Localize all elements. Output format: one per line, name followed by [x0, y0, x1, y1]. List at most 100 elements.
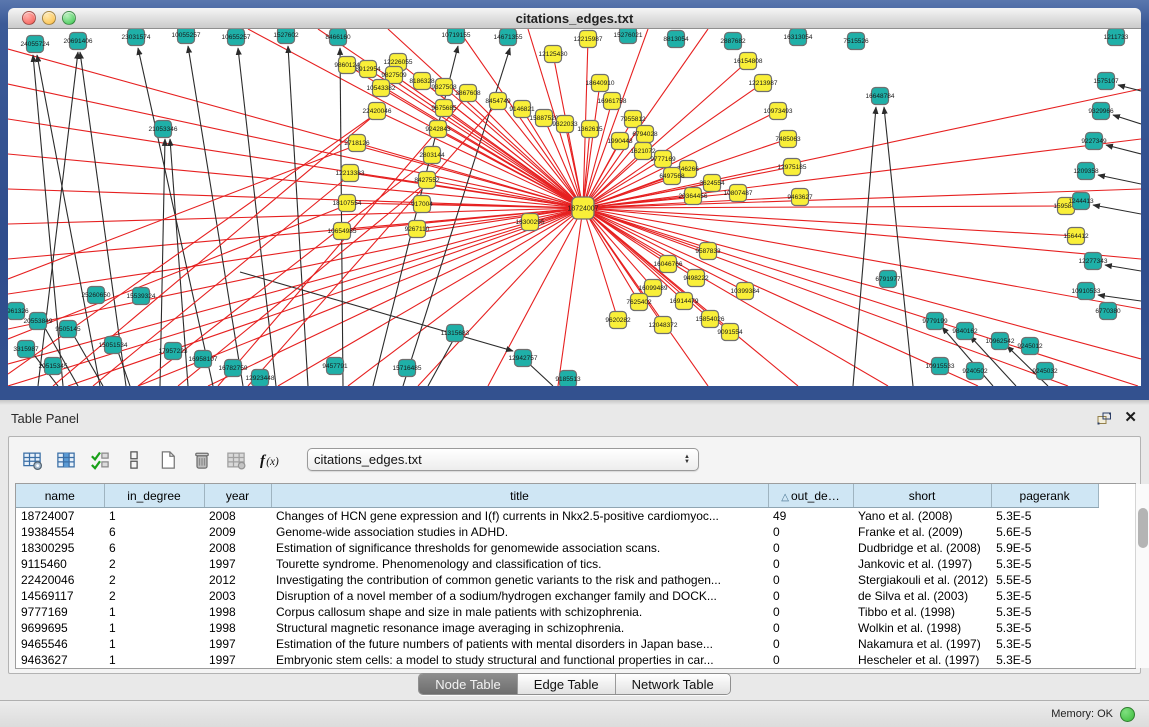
edge-selected[interactable]	[348, 208, 583, 386]
graph-node[interactable]: 10973493	[764, 103, 793, 120]
graph-node[interactable]: 9245012	[1017, 338, 1043, 355]
graph-node[interactable]: 16914479	[670, 293, 699, 310]
graph-node[interactable]: 3624554	[699, 175, 725, 192]
graph-node[interactable]: 917004	[411, 196, 433, 213]
table-row[interactable]: 2242004622012Investigating the contribut…	[16, 572, 1135, 588]
table-settings-icon[interactable]	[19, 447, 45, 473]
network-canvas[interactable]: 9860124 8912954 12226055 9827509 1054338…	[8, 29, 1141, 386]
table-row[interactable]: 969969511998Structural magnetic resonanc…	[16, 620, 1135, 636]
edge-selected[interactable]	[8, 208, 583, 329]
graph-node[interactable]: 9498222	[683, 270, 709, 287]
graph-node[interactable]: 10055257	[172, 29, 201, 44]
new-column-icon[interactable]	[155, 447, 181, 473]
table-row[interactable]: 1456911722003Disruption of a novel membe…	[16, 588, 1135, 604]
row-height-icon[interactable]	[121, 447, 147, 473]
graph-node[interactable]: 7485063	[775, 131, 801, 148]
float-panel-icon[interactable]	[1097, 412, 1112, 425]
graph-node[interactable]: 9840162	[952, 323, 978, 340]
graph-node[interactable]: 1211733	[1104, 29, 1129, 46]
graph-node[interactable]: 21053346	[149, 121, 178, 138]
network-window-titlebar[interactable]: citations_edges.txt	[8, 8, 1141, 29]
graph-node[interactable]: 10915533	[926, 358, 955, 375]
graph-node[interactable]: 7515526	[843, 33, 869, 50]
graph-node[interactable]: 8813054	[663, 31, 689, 48]
graph-node[interactable]: 15276021	[614, 29, 643, 44]
edge[interactable]	[1113, 115, 1141, 124]
graph-node[interactable]: 1990443	[607, 133, 633, 150]
graph-node[interactable]: 9245032	[1032, 363, 1058, 380]
graph-node[interactable]: 9327508	[431, 79, 457, 96]
graph-node[interactable]: 15716485	[393, 360, 422, 377]
column-header-name[interactable]: name	[16, 484, 104, 508]
edge[interactable]	[33, 55, 63, 386]
graph-node[interactable]: 12048372	[649, 317, 678, 334]
graph-node[interactable]: 1527602	[273, 29, 299, 44]
column-header-in_degree[interactable]: in_degree	[104, 484, 204, 508]
close-panel-icon[interactable]: ✕	[1124, 410, 1137, 426]
graph-node[interactable]: 6794028	[632, 126, 658, 143]
graph-node[interactable]: 2887682	[720, 33, 746, 50]
column-header-title[interactable]: title	[271, 484, 768, 508]
edge[interactable]	[1105, 265, 1141, 271]
graph-node[interactable]: 10654985	[328, 223, 357, 240]
graph-node[interactable]: 22420046	[363, 103, 392, 120]
graph-node[interactable]: 9322033	[552, 116, 578, 133]
graph-node[interactable]: 1961326	[8, 303, 29, 320]
graph-node[interactable]: 9779199	[922, 313, 948, 330]
edge[interactable]	[1106, 145, 1141, 154]
graph-node[interactable]: 9185513	[555, 371, 581, 387]
graph-node[interactable]: 14671355	[494, 29, 523, 46]
graph-node[interactable]: 16958107	[189, 351, 218, 368]
edge[interactable]	[1098, 295, 1141, 301]
graph-node[interactable]: 10962542	[986, 333, 1015, 350]
graph-node[interactable]: 18640910	[586, 75, 615, 92]
graph-node[interactable]: 9463627	[787, 189, 813, 206]
edge[interactable]	[1098, 175, 1141, 184]
table-row[interactable]: 911546021997Tourette syndrome. Phenomeno…	[16, 556, 1135, 572]
graph-node[interactable]: 23031574	[122, 29, 151, 46]
graph-node[interactable]: 9240502	[962, 363, 988, 380]
graph-node[interactable]: 12942757	[509, 350, 538, 367]
edge[interactable]	[884, 107, 913, 386]
graph-node[interactable]: 9457791	[322, 358, 348, 375]
column-header-short[interactable]: short	[853, 484, 991, 508]
graph-node[interactable]: 16782759	[219, 360, 248, 377]
column-header-year[interactable]: year	[204, 484, 271, 508]
graph-node[interactable]: 20691406	[64, 33, 93, 50]
table-selector-dropdown[interactable]: citations_edges.txt ▲▼	[307, 448, 699, 471]
graph-node[interactable]: 15854026	[696, 311, 725, 328]
select-columns-icon[interactable]	[87, 447, 113, 473]
scrollbar-thumb[interactable]	[1138, 508, 1148, 548]
edge-selected[interactable]	[558, 208, 583, 386]
table-row[interactable]: 946554611997Estimation of the future num…	[16, 636, 1135, 652]
graph-node[interactable]: 17957223	[159, 343, 188, 360]
graph-node[interactable]: 16961758	[598, 93, 627, 110]
edge-selected[interactable]	[8, 189, 583, 208]
edge-selected[interactable]	[583, 89, 1141, 208]
graph-node[interactable]: 1575107	[1093, 73, 1119, 90]
graph-node[interactable]: 15051534	[99, 337, 128, 354]
table-row[interactable]: 1872400712008Changes of HCN gene express…	[16, 508, 1135, 525]
graph-node[interactable]: 9505145	[55, 321, 81, 338]
edge[interactable]	[428, 335, 456, 386]
graph-node[interactable]: 2803144	[419, 147, 445, 164]
graph-node[interactable]: 1244413	[1068, 193, 1094, 210]
graph-node[interactable]: 1209358	[1073, 163, 1099, 180]
delete-column-icon[interactable]	[189, 447, 215, 473]
edge[interactable]	[340, 48, 343, 386]
graph-node[interactable]: 8454749	[485, 93, 511, 110]
graph-node[interactable]: 12213383	[336, 165, 365, 182]
edge-selected[interactable]	[93, 175, 350, 386]
edge[interactable]	[80, 52, 126, 386]
table-row[interactable]: 946362711997Embryonic stem cells: a mode…	[16, 652, 1135, 668]
edge[interactable]	[240, 272, 513, 351]
table-scrollbar[interactable]	[1135, 484, 1149, 668]
graph-node[interactable]: 12213987	[749, 75, 778, 92]
graph-node[interactable]: 9777169	[650, 151, 676, 168]
graph-hub-node[interactable]: 18724007	[567, 197, 598, 219]
delete-table-icon[interactable]	[223, 447, 249, 473]
graph-node[interactable]: 1362615	[577, 121, 603, 138]
edge-selected[interactable]	[248, 103, 498, 386]
tab-node-table[interactable]: Node Table	[419, 674, 518, 694]
graph-node[interactable]: 9227349	[1081, 133, 1107, 150]
